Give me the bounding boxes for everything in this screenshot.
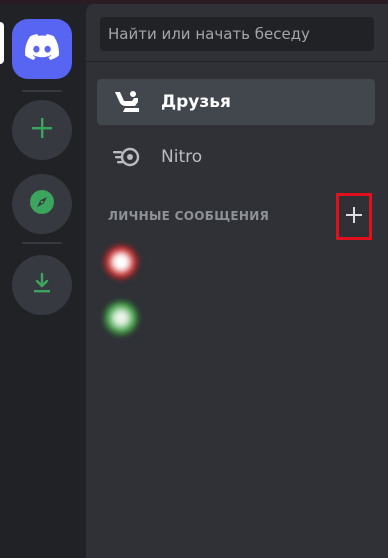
search-bar: Найти или начать беседу [86,4,388,62]
plus-icon [31,117,53,143]
nav-item-friends[interactable]: Друзья [97,79,375,125]
dm-section-header: ЛИЧНЫЕ СООБЩЕНИЯ [108,209,270,223]
rail-separator [22,90,62,92]
dm-list-item[interactable] [104,296,364,340]
rail-separator [22,242,62,244]
avatar [104,245,138,279]
add-server-button[interactable] [12,100,72,160]
nav-item-nitro[interactable]: Nitro [97,134,375,180]
create-dm-button[interactable] [336,193,372,240]
dm-list-item[interactable] [104,240,364,284]
home-button[interactable] [12,19,72,79]
discord-logo-icon [25,34,59,64]
nitro-icon [111,141,143,173]
server-rail [0,4,86,558]
nav-friends-label: Друзья [161,92,231,112]
avatar [104,301,138,335]
plus-icon [345,206,363,228]
search-input[interactable]: Найти или начать беседу [100,17,374,51]
explore-servers-button[interactable] [12,174,72,234]
compass-icon [29,189,55,219]
selected-indicator [0,22,4,64]
download-icon [31,272,53,298]
dm-sidebar: Найти или начать беседу Друзья Nitro ЛИЧ… [86,4,388,558]
friends-wave-icon [111,86,143,118]
download-apps-button[interactable] [12,255,72,315]
nav-nitro-label: Nitro [161,147,203,167]
